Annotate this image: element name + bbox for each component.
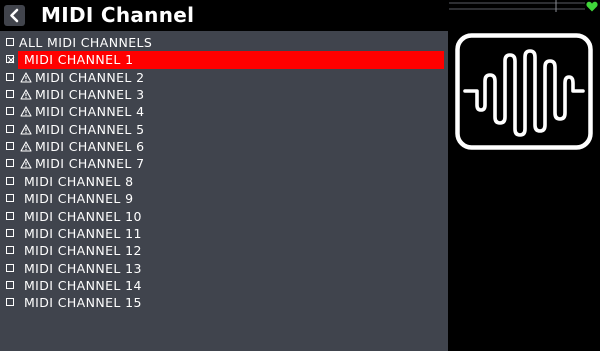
back-button[interactable] bbox=[4, 5, 25, 26]
checkbox[interactable] bbox=[6, 159, 14, 168]
list-item-all-channels[interactable]: ALL MIDI CHANNELS bbox=[0, 34, 448, 51]
list-item-midi-channel[interactable]: MIDI CHANNEL 6 bbox=[0, 138, 448, 155]
list-item-label: MIDI CHANNEL 12 bbox=[24, 243, 142, 259]
checkbox[interactable] bbox=[6, 176, 14, 185]
list-item-label: MIDI CHANNEL 15 bbox=[24, 295, 142, 311]
list-item-midi-channel[interactable]: MIDI CHANNEL 10 bbox=[0, 208, 448, 225]
list-item-midi-channel[interactable]: MIDI CHANNEL 14 bbox=[0, 277, 448, 294]
list-item-label: MIDI CHANNEL 6 bbox=[35, 139, 145, 155]
list-item-label: MIDI CHANNEL 10 bbox=[24, 208, 142, 224]
header-bar: MIDI Channel bbox=[0, 0, 448, 30]
warning-icon bbox=[20, 72, 32, 83]
list-item-midi-channel[interactable]: MIDI CHANNEL 2 bbox=[0, 69, 448, 86]
checkbox[interactable] bbox=[6, 246, 14, 255]
list-item-midi-channel[interactable]: MIDI CHANNEL 12 bbox=[0, 242, 448, 259]
list-item-label: ALL MIDI CHANNELS bbox=[19, 35, 153, 50]
list-item-label: MIDI CHANNEL 2 bbox=[35, 69, 145, 85]
list-item-label: MIDI CHANNEL 5 bbox=[35, 121, 145, 137]
waveform-icon bbox=[455, 33, 593, 150]
warning-icon bbox=[20, 158, 32, 169]
warning-icon bbox=[20, 89, 32, 100]
checkbox[interactable] bbox=[6, 263, 14, 272]
list-item-midi-channel[interactable]: MIDI CHANNEL 9 bbox=[0, 190, 448, 207]
list-item-label: MIDI CHANNEL 14 bbox=[24, 277, 142, 293]
checkbox[interactable] bbox=[6, 298, 14, 307]
warning-icon bbox=[20, 124, 32, 135]
level-meter bbox=[449, 0, 585, 12]
warning-icon bbox=[20, 141, 32, 152]
checkbox-checked[interactable] bbox=[6, 55, 15, 64]
checkbox[interactable] bbox=[6, 194, 14, 203]
chevron-left-icon bbox=[10, 8, 19, 23]
checkbox[interactable] bbox=[6, 90, 14, 99]
list-item-label: MIDI CHANNEL 7 bbox=[35, 156, 145, 172]
list-item-label: MIDI CHANNEL 8 bbox=[24, 173, 134, 189]
warning-icon bbox=[20, 106, 32, 117]
list-item-label: MIDI CHANNEL 9 bbox=[24, 191, 134, 207]
list-item-midi-channel[interactable]: MIDI CHANNEL 3 bbox=[0, 86, 448, 103]
list-item-midi-channel[interactable]: MIDI CHANNEL 1 bbox=[0, 51, 448, 70]
list-item-midi-channel[interactable]: MIDI CHANNEL 7 bbox=[0, 155, 448, 172]
list-item-label: MIDI CHANNEL 1 bbox=[24, 52, 134, 68]
list-item-midi-channel[interactable]: MIDI CHANNEL 4 bbox=[0, 103, 448, 120]
list-item-label: MIDI CHANNEL 3 bbox=[35, 87, 145, 103]
checkbox[interactable] bbox=[6, 142, 14, 151]
page-title: MIDI Channel bbox=[41, 3, 195, 27]
list-item-midi-channel[interactable]: MIDI CHANNEL 13 bbox=[0, 260, 448, 277]
list-item-midi-channel[interactable]: MIDI CHANNEL 8 bbox=[0, 173, 448, 190]
checkbox[interactable] bbox=[6, 280, 14, 289]
checkbox[interactable] bbox=[6, 124, 14, 133]
midi-channel-list: ALL MIDI CHANNELS MIDI CHANNEL 1 MIDI CHAN… bbox=[0, 31, 448, 351]
checkbox[interactable] bbox=[6, 211, 14, 220]
list-item-midi-channel[interactable]: MIDI CHANNEL 5 bbox=[0, 121, 448, 138]
heart-icon bbox=[586, 1, 598, 12]
list-item-midi-channel[interactable]: MIDI CHANNEL 11 bbox=[0, 225, 448, 242]
list-item-label: MIDI CHANNEL 13 bbox=[24, 260, 142, 276]
checkbox[interactable] bbox=[6, 107, 14, 116]
checkbox[interactable] bbox=[6, 228, 14, 237]
list-item-label: MIDI CHANNEL 4 bbox=[35, 104, 145, 120]
checkbox[interactable] bbox=[6, 72, 14, 81]
list-item-midi-channel[interactable]: MIDI CHANNEL 15 bbox=[0, 294, 448, 311]
checkbox[interactable] bbox=[6, 38, 14, 46]
list-item-label: MIDI CHANNEL 11 bbox=[24, 225, 142, 241]
